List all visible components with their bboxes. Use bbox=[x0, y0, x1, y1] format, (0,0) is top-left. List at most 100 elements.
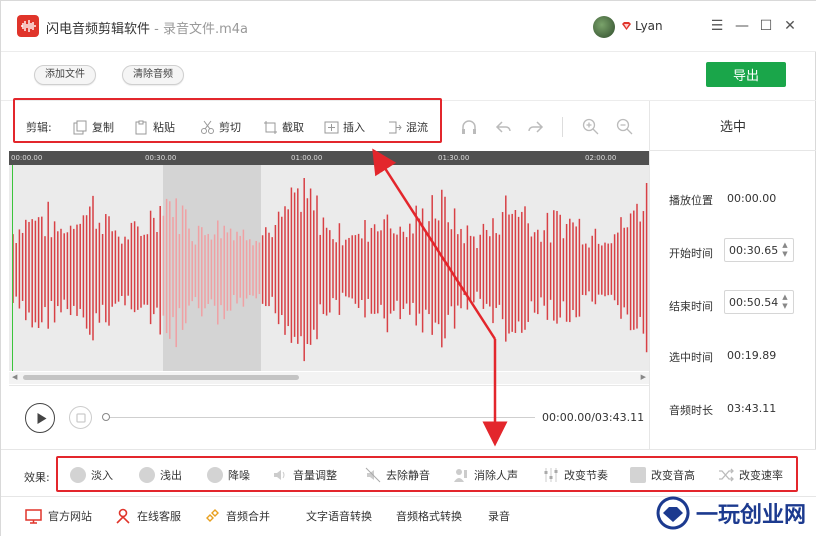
end-time-stepper[interactable]: 00:50.54 ▲ ▼ bbox=[724, 290, 794, 314]
scissors-icon bbox=[201, 120, 214, 134]
start-time-stepper[interactable]: 00:30.65 ▲ ▼ bbox=[724, 238, 794, 262]
effect-label: 改变节奏 bbox=[564, 469, 608, 482]
noise-reduction-button[interactable]: 降噪 bbox=[207, 467, 250, 483]
minimize-button[interactable]: — bbox=[732, 16, 752, 36]
waveform bbox=[12, 177, 648, 362]
scroll-right-icon[interactable]: ▶ bbox=[641, 373, 646, 381]
stepper-arrows-icon[interactable]: ▲ ▼ bbox=[780, 293, 790, 311]
watermark-logo-icon bbox=[656, 496, 690, 530]
watermark: 一玩创业网 bbox=[656, 495, 806, 531]
play-position-label: 播放位置 bbox=[669, 194, 713, 207]
redo-icon[interactable] bbox=[527, 119, 544, 135]
effects-bar: 效果: 淡入 浅出 降噪 音量调整 去除静音 消除人声 改变节奏 改变音高 改变… bbox=[1, 449, 816, 497]
progress-knob[interactable] bbox=[102, 413, 110, 421]
change-speed-button[interactable]: 改变速率 bbox=[718, 467, 783, 483]
user-icon bbox=[116, 508, 130, 524]
insert-label: 插入 bbox=[343, 121, 365, 134]
duration-value: 03:43.11 bbox=[727, 402, 777, 415]
timeline-ruler[interactable]: 00:00.00 00:30.00 01:00.00 01:30.00 02:0… bbox=[9, 151, 649, 165]
add-file-button[interactable]: 添加文件 bbox=[34, 65, 96, 85]
toolbar-divider bbox=[562, 117, 563, 137]
merge-label: 音频合并 bbox=[226, 510, 270, 523]
title-separator: - bbox=[150, 22, 163, 37]
horizontal-scrollbar[interactable]: ◀ ▶ bbox=[9, 372, 649, 384]
cut-label: 剪切 bbox=[219, 121, 241, 134]
tts-link[interactable]: 文字语音转换 bbox=[306, 507, 372, 525]
scrollbar-thumb[interactable] bbox=[23, 375, 299, 380]
waveform-canvas[interactable] bbox=[9, 165, 649, 371]
scroll-left-icon[interactable]: ◀ bbox=[12, 373, 17, 381]
volume-icon bbox=[274, 470, 285, 480]
shuffle-icon bbox=[719, 468, 734, 482]
insert-icon bbox=[324, 121, 339, 133]
change-tempo-button[interactable]: 改变节奏 bbox=[543, 467, 608, 483]
paste-button[interactable]: 粘贴 bbox=[134, 118, 175, 136]
username[interactable]: Lyan bbox=[635, 19, 663, 33]
trim-label: 截取 bbox=[282, 121, 304, 134]
window-title: 闪电音频剪辑软件 - 录音文件.m4a bbox=[46, 18, 248, 37]
support-label: 在线客服 bbox=[137, 510, 181, 523]
record-link[interactable]: 录音 bbox=[488, 507, 510, 525]
effect-label: 改变速率 bbox=[739, 469, 783, 482]
monitor-icon bbox=[25, 508, 42, 524]
fade-in-button[interactable]: 淡入 bbox=[70, 467, 113, 483]
effects-label: 效果: bbox=[24, 471, 50, 484]
remove-silence-button[interactable]: 去除静音 bbox=[365, 467, 430, 483]
format-convert-link[interactable]: 音频格式转换 bbox=[396, 507, 462, 525]
progress-track[interactable] bbox=[105, 417, 535, 418]
play-position-value: 00:00.00 bbox=[727, 192, 777, 205]
volume-adjust-button[interactable]: 音量调整 bbox=[272, 467, 337, 483]
copy-label: 复制 bbox=[92, 121, 114, 134]
timecode: 00:00.00/03:43.11 bbox=[542, 411, 645, 424]
mix-button[interactable]: 混流 bbox=[387, 118, 428, 136]
maximize-button[interactable]: ☐ bbox=[756, 16, 776, 36]
app-name: 闪电音频剪辑软件 bbox=[46, 22, 151, 37]
copy-icon bbox=[73, 120, 87, 134]
insert-button[interactable]: 插入 bbox=[324, 118, 365, 136]
trim-button[interactable]: 截取 bbox=[263, 118, 304, 136]
zoom-in-icon[interactable] bbox=[582, 118, 599, 135]
ruler-tick-label: 00:00.00 bbox=[11, 154, 43, 162]
effect-label: 音量调整 bbox=[293, 469, 337, 482]
avatar[interactable] bbox=[593, 16, 615, 38]
title-bar: 闪电音频剪辑软件 - 录音文件.m4a Lyan ☰ — ☐ ✕ bbox=[1, 1, 816, 51]
playhead[interactable] bbox=[12, 165, 13, 371]
file-name: 录音文件.m4a bbox=[162, 22, 249, 37]
effect-label: 淡入 bbox=[91, 469, 113, 482]
ruler-tick-label: 02:00.00 bbox=[585, 154, 617, 162]
vip-gem-icon bbox=[622, 22, 631, 30]
zoom-out-icon[interactable] bbox=[616, 118, 633, 135]
cut-button[interactable]: 剪切 bbox=[200, 118, 241, 136]
end-time-value: 00:50.54 bbox=[729, 296, 779, 309]
fade-out-button[interactable]: 浅出 bbox=[139, 467, 182, 483]
menu-icon[interactable]: ☰ bbox=[707, 16, 727, 36]
watermark-text: 一玩创业网 bbox=[696, 502, 807, 528]
close-button[interactable]: ✕ bbox=[780, 16, 800, 36]
stop-button[interactable] bbox=[69, 406, 92, 429]
export-button[interactable]: 导出 bbox=[706, 62, 786, 87]
crop-icon bbox=[264, 120, 277, 134]
change-pitch-button[interactable]: 改变音高 bbox=[630, 467, 695, 483]
fade-out-icon bbox=[139, 467, 155, 483]
paste-label: 粘贴 bbox=[153, 121, 175, 134]
headphones-icon[interactable] bbox=[460, 118, 478, 136]
merge-link[interactable]: 音频合并 bbox=[204, 507, 270, 525]
play-button[interactable] bbox=[25, 403, 55, 433]
ruler-tick-label: 00:30.00 bbox=[145, 154, 177, 162]
stepper-arrows-icon[interactable]: ▲ ▼ bbox=[780, 241, 790, 259]
copy-button[interactable]: 复制 bbox=[73, 118, 114, 136]
noise-reduction-icon bbox=[207, 467, 223, 483]
start-time-label: 开始时间 bbox=[669, 247, 713, 260]
end-time-label: 结束时间 bbox=[669, 300, 713, 313]
tempo-icon bbox=[544, 468, 558, 482]
effect-label: 浅出 bbox=[160, 469, 182, 482]
effect-label: 去除静音 bbox=[386, 469, 430, 482]
effect-label: 降噪 bbox=[228, 469, 250, 482]
vocal-icon bbox=[454, 469, 467, 482]
effect-label: 改变音高 bbox=[651, 469, 695, 482]
website-link[interactable]: 官方网站 bbox=[25, 507, 92, 525]
support-link[interactable]: 在线客服 bbox=[115, 507, 181, 525]
clear-audio-button[interactable]: 清除音频 bbox=[122, 65, 184, 85]
undo-icon[interactable] bbox=[495, 119, 512, 135]
remove-vocals-button[interactable]: 消除人声 bbox=[453, 467, 518, 483]
